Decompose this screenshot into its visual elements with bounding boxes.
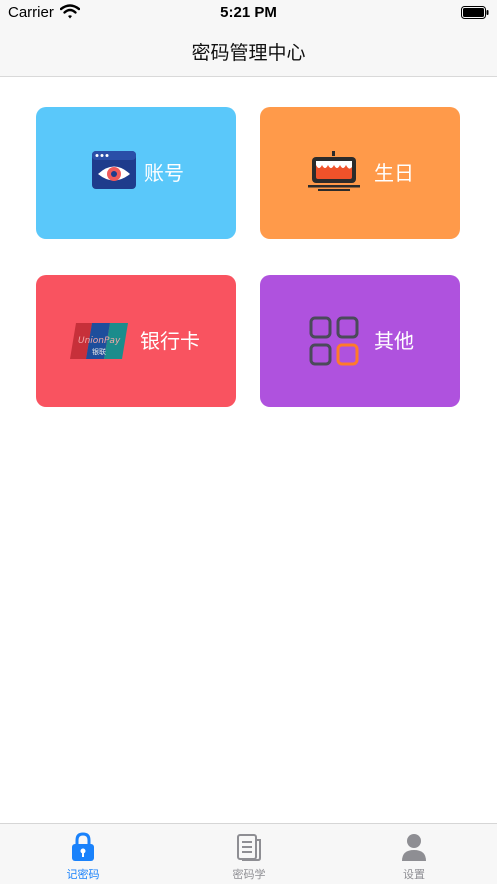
tab-label: 密码学 bbox=[232, 868, 266, 881]
other-label: 其他 bbox=[374, 329, 414, 353]
birthday-cake-icon bbox=[306, 151, 362, 195]
bank-card-card[interactable]: UnionPay 银联 银行卡 bbox=[36, 275, 236, 407]
bank-card-label: 银行卡 bbox=[140, 329, 200, 353]
unionpay-card-icon: UnionPay 银联 bbox=[70, 321, 130, 365]
birthday-card[interactable]: 生日 bbox=[260, 107, 460, 239]
clock: 5:21 PM bbox=[220, 4, 277, 21]
person-icon bbox=[331, 832, 497, 866]
tab-label: 设置 bbox=[403, 868, 425, 881]
account-label: 账号 bbox=[144, 161, 184, 185]
tab-settings[interactable]: 设置 bbox=[331, 824, 497, 884]
tab-label: 记密码 bbox=[66, 868, 100, 881]
status-bar: Carrier 5:21 PM bbox=[0, 0, 497, 26]
tab-cryptography[interactable]: 密码学 bbox=[166, 824, 332, 884]
battery-icon bbox=[461, 6, 489, 24]
lock-icon bbox=[0, 832, 166, 866]
svg-text:UnionPay: UnionPay bbox=[78, 336, 121, 346]
navigation-bar: 密码管理中心 bbox=[0, 26, 497, 77]
other-card[interactable]: 其他 bbox=[260, 275, 460, 407]
tab-record-password[interactable]: 记密码 bbox=[0, 824, 166, 884]
account-card[interactable]: 账号 bbox=[36, 107, 236, 239]
eye-window-icon bbox=[92, 151, 136, 193]
svg-text:银联: 银联 bbox=[92, 347, 106, 356]
tab-bar: 记密码 密码学 设置 bbox=[0, 823, 497, 884]
document-icon bbox=[166, 832, 332, 866]
grid-icon bbox=[308, 315, 360, 371]
birthday-label: 生日 bbox=[374, 161, 414, 185]
page-title: 密码管理中心 bbox=[191, 42, 306, 64]
